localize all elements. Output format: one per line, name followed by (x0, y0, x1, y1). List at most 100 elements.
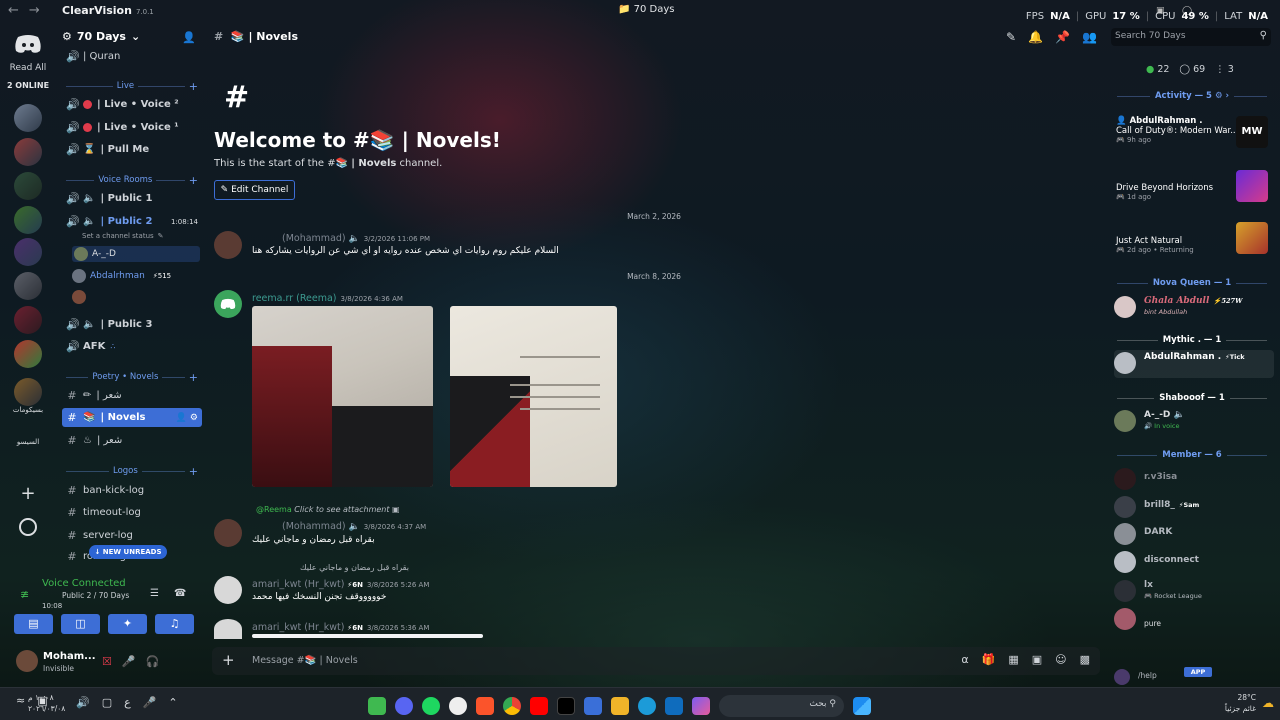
windows-start-icon[interactable] (853, 697, 871, 715)
emoji-icon[interactable]: ☺ (1055, 653, 1066, 666)
channel-live-voice-1[interactable]: 🔊 | Live • Voice ¹ (62, 118, 198, 137)
member-item[interactable]: brill8_ ⚡Sam (1114, 494, 1274, 518)
taskbar-clock[interactable]: ١٠:٠٨ م ٢٠٢٦/٠٣/٠٨ (28, 692, 65, 714)
channel-quran[interactable]: 🔊 | Quran (62, 47, 198, 66)
channel-afk[interactable]: 🔊 AFK ∴ (62, 337, 198, 356)
activities-button[interactable]: ✦ (108, 614, 147, 634)
avatar[interactable] (16, 650, 38, 672)
server-icon[interactable] (14, 340, 42, 368)
screen-share-button[interactable]: ◫ (61, 614, 100, 634)
category-poetry-novels[interactable]: Poetry • Novels + (62, 370, 198, 384)
app-icon[interactable] (368, 697, 386, 715)
channel-public-3[interactable]: 🔊 🔈 | Public 3 (62, 315, 198, 334)
tiktok-app-icon[interactable] (557, 697, 575, 715)
channel-settings-icon[interactable]: 👤 ⚙ (176, 413, 202, 423)
threads-icon[interactable]: ✎ (1006, 30, 1016, 44)
attach-plus-icon[interactable]: + (222, 651, 235, 669)
activity-card[interactable]: 👤 AbdulRahman . Call of Duty®: Modern Wa… (1116, 116, 1276, 150)
avatar[interactable] (214, 619, 242, 639)
folder-app-icon[interactable] (611, 697, 629, 715)
add-member-icon[interactable]: 👤 (182, 31, 196, 44)
avatar[interactable] (214, 231, 242, 259)
server-icon[interactable] (14, 238, 42, 266)
microphone-icon[interactable]: 🎤 (122, 655, 136, 668)
headphones-icon[interactable]: 🎧 (146, 655, 160, 668)
youtube-app-icon[interactable] (530, 697, 548, 715)
member-item[interactable]: DARK (1114, 521, 1274, 545)
camera-muted-icon[interactable]: ☒ (102, 655, 112, 668)
add-server-icon[interactable]: + (19, 485, 37, 504)
category-logos[interactable]: Logos + (62, 464, 198, 478)
author-name[interactable]: amari_kwt (Hr_kwt) (252, 579, 344, 590)
author-name[interactable]: reema.rr (Reema) (252, 293, 337, 304)
member-item[interactable]: lx 🎮 Rocket League (1114, 578, 1274, 602)
channel-timeout-log[interactable]: # timeout-log (62, 503, 198, 522)
gift-icon[interactable]: 🎁 (982, 653, 996, 666)
member-item[interactable]: AbdulRahman . ⚡Tick (1114, 350, 1274, 378)
spotify-app-icon[interactable] (422, 697, 440, 715)
noise-suppression-icon[interactable]: ☰ (150, 588, 159, 599)
reply-reference[interactable]: بقراه قبل رمضان و ماجاني عليك (300, 563, 409, 572)
translate-icon[interactable]: α (961, 653, 968, 666)
wifi-icon[interactable]: ≈ (16, 694, 25, 707)
member-item[interactable]: disconnect (1114, 549, 1274, 573)
category-live[interactable]: Live + (62, 79, 198, 93)
message-input[interactable]: Message #📚 | Novels (252, 655, 358, 666)
username[interactable]: Moham... (43, 651, 96, 662)
voice-channel-name[interactable]: Public 2 / 70 Days (62, 591, 129, 600)
attachment-image[interactable] (450, 306, 617, 487)
monitor-icon[interactable]: ▢ (102, 696, 112, 709)
avatar[interactable] (214, 290, 242, 318)
member-item[interactable]: A-_-D 🔈 🔊 In voice (1114, 408, 1274, 432)
activity-section-header[interactable]: Activity — 5 ⚙ › (1112, 90, 1272, 102)
channel-public-1[interactable]: 🔊 🔈 | Public 1 (62, 189, 198, 208)
server-icon[interactable] (14, 172, 42, 200)
member-item[interactable]: /help APP (1114, 667, 1274, 685)
app-icon[interactable] (449, 697, 467, 715)
channel-server-log[interactable]: # server-log (62, 526, 198, 545)
server-icon[interactable] (14, 306, 42, 334)
voice-user[interactable] (72, 289, 86, 305)
server-folder-label[interactable]: السيسو (6, 438, 50, 446)
discord-app-icon[interactable] (395, 697, 413, 715)
discord-logo-icon[interactable] (14, 34, 42, 54)
voice-user[interactable]: A-_-D (72, 246, 200, 262)
channel-poetry-2[interactable]: # ♨ | شعر (62, 431, 198, 450)
voice-connected-title[interactable]: Voice Connected (42, 578, 126, 589)
new-unreads-pill[interactable]: ↓ NEW UNREADS (89, 545, 167, 559)
server-icon[interactable] (14, 104, 42, 132)
server-icon[interactable] (14, 206, 42, 234)
bell-icon[interactable]: 🔔 (1028, 30, 1043, 44)
channel-status[interactable]: Set a channel status ✎ (82, 228, 164, 244)
server-icon[interactable] (14, 378, 42, 406)
member-item[interactable]: r.v3isa (1114, 466, 1274, 490)
outlook-app-icon[interactable] (665, 697, 683, 715)
server-name[interactable]: ⚙ 70 Days ⌄ (62, 30, 140, 43)
read-all-button[interactable]: Read All (0, 63, 56, 73)
store-app-icon[interactable] (584, 697, 602, 715)
language-indicator[interactable]: ع (124, 696, 131, 709)
category-voice-rooms[interactable]: Voice Rooms + (62, 173, 198, 187)
microphone-icon[interactable]: 🎤 (143, 696, 157, 709)
copilot-app-icon[interactable] (692, 697, 710, 715)
server-icon[interactable] (14, 272, 42, 300)
disconnect-icon[interactable]: ☎ (174, 588, 186, 599)
reply-reference[interactable]: @Reema Click to see attachment ▣ (256, 505, 400, 514)
chrome-app-icon[interactable] (503, 697, 521, 715)
avatar[interactable] (214, 519, 242, 547)
member-item[interactable]: pure (1114, 606, 1274, 630)
activity-card[interactable]: Drive Beyond Horizons 🎮 1d ago (1116, 170, 1276, 204)
channel-ban-kick-log[interactable]: # ban-kick-log (62, 481, 198, 500)
voice-user[interactable]: Abdalrhman ⚡515 (72, 268, 171, 284)
brave-app-icon[interactable] (476, 697, 494, 715)
server-icon[interactable] (14, 138, 42, 166)
pin-icon[interactable]: 📌 (1055, 30, 1070, 44)
edit-channel-button[interactable]: ✎ Edit Channel (214, 180, 295, 200)
discover-icon[interactable] (19, 518, 37, 536)
search-input[interactable]: Search 70 Days ⚲ (1111, 28, 1271, 46)
channel-live-voice-2[interactable]: 🔊 | Live • Voice ² (62, 95, 198, 114)
channel-pull-me[interactable]: 🔊 ⌛ | Pull Me (62, 140, 198, 159)
author-name[interactable]: amari_kwt (Hr_kwt) (252, 622, 344, 633)
channel-poetry-1[interactable]: # ✏ | شعر (62, 386, 198, 405)
server-folder-label[interactable]: بسيكومات (6, 406, 50, 414)
